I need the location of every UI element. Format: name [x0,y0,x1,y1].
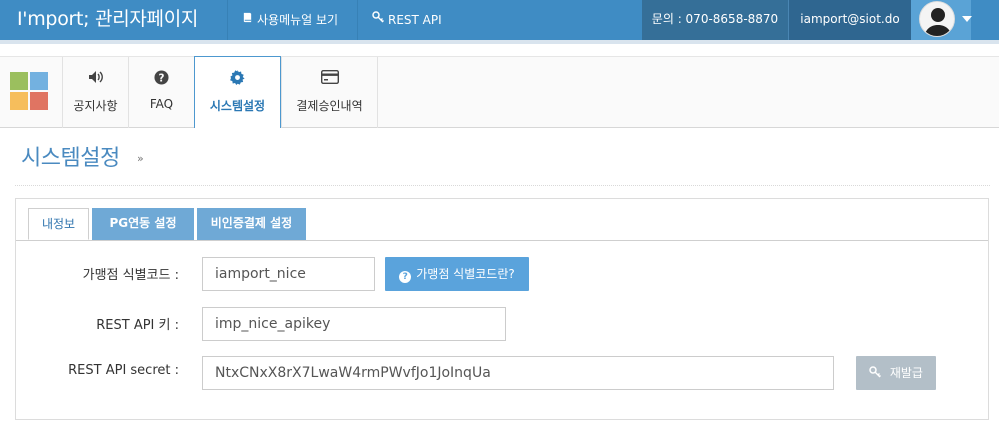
module-tab-label: 공지사항 [73,99,118,113]
svg-text:?: ? [159,72,165,84]
user-menu-toggle[interactable] [911,0,972,40]
credit-card-icon [282,69,377,88]
chevron-down-icon [962,16,972,22]
module-tab-label: FAQ [149,97,174,111]
speaker-icon [63,70,128,88]
gear-icon [195,70,280,88]
settings-panel: 내정보 PG연동 설정 비인증결제 설정 가맹점 식별코드 : iamport_… [15,198,989,420]
page-title: 시스템설정 [21,146,120,171]
top-navbar: I'mport; 관리자페이지 사용메뉴얼 보기 REST API 문의 : 0… [0,0,999,40]
contact-phone: 문의 : 070-8658-8870 [642,0,788,40]
module-tab-label: 시스템설정 [209,99,266,113]
question-circle-icon: ? [399,271,412,283]
question-circle-icon: ? [129,70,194,88]
module-tab-notice[interactable]: 공지사항 [62,57,128,128]
app-logo-icon[interactable] [10,72,48,112]
module-tab-payment-history[interactable]: 결제승인내역 [281,57,378,128]
tab-non-auth-payment[interactable]: 비인증결제 설정 [197,208,306,240]
manual-link[interactable]: 사용메뉴얼 보기 [227,0,357,40]
brand-title[interactable]: I'mport; 관리자페이지 [0,0,226,40]
breadcrumb-chevron-icon: » [137,152,144,165]
api-key-field[interactable]: imp_nice_apikey [202,307,506,341]
rest-api-link[interactable]: REST API [357,0,454,40]
tab-pg-settings[interactable]: PG연동 설정 [92,208,194,240]
rest-api-link-label: REST API [388,13,442,27]
key-icon [869,366,890,380]
navbar-shadow [0,40,999,44]
key-icon [372,1,384,39]
help-button-label: 가맹점 식별코드란? [416,267,515,281]
module-bar: 공지사항 ? FAQ 시스템설정 결제승인내역 [0,56,999,128]
api-secret-field[interactable]: NtxCNxX8rX7LwaW4rmPWvfJo1JoInqUa [202,356,834,390]
user-email[interactable]: iamport@siot.do [788,0,911,40]
reissue-button-label: 재발급 [889,366,923,380]
module-tab-system-settings[interactable]: 시스템설정 [194,56,281,128]
merchant-code-label: 가맹점 식별코드 : [82,268,179,283]
tab-my-info[interactable]: 내정보 [28,208,89,240]
title-divider [15,185,990,186]
avatar [919,1,955,37]
api-secret-label: REST API secret : [68,363,179,378]
tabs-divider [16,240,988,241]
module-tab-label: 결제승인내역 [296,99,363,113]
module-tab-faq[interactable]: ? FAQ [128,57,194,128]
book-icon [242,1,253,39]
manual-link-label: 사용메뉴얼 보기 [257,13,339,27]
merchant-code-help-button[interactable]: ? 가맹점 식별코드란? [385,257,529,291]
reissue-button[interactable]: 재발급 [856,356,936,390]
api-key-label: REST API 키 : [96,318,179,333]
merchant-code-field[interactable]: iamport_nice [202,257,375,291]
